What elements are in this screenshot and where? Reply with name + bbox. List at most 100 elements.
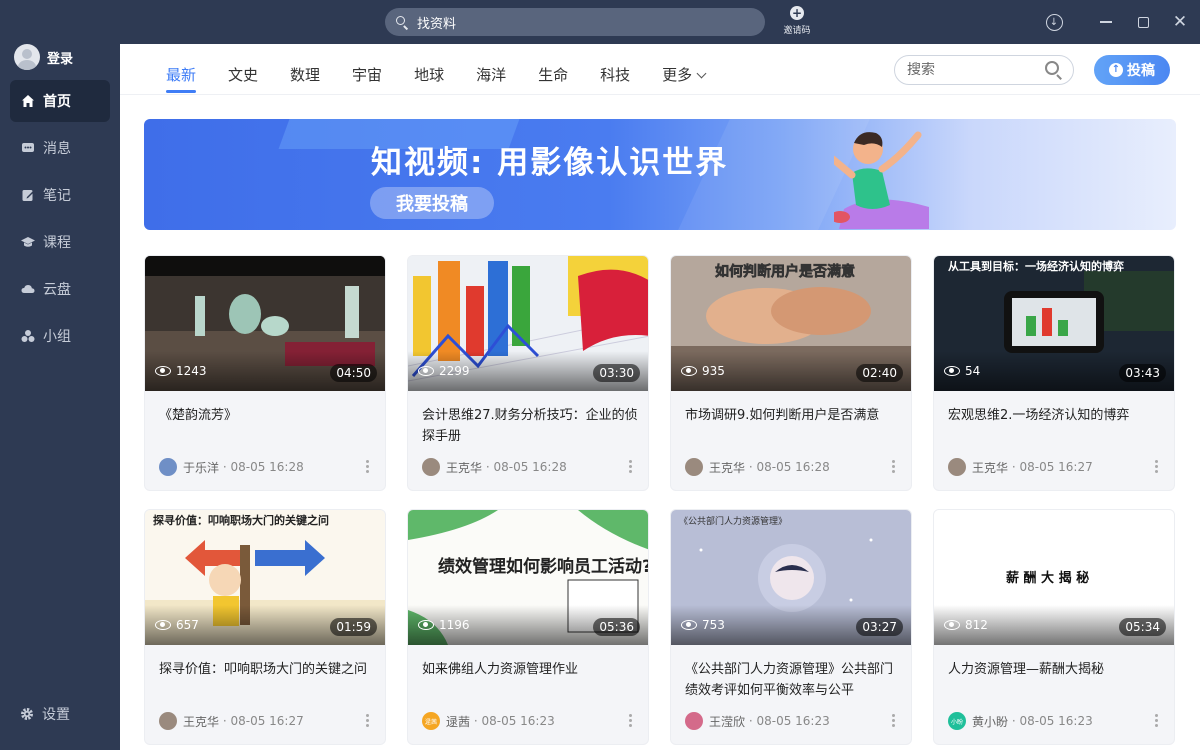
minimize-button[interactable] [1096, 12, 1116, 32]
duration-badge: 05:34 [1119, 618, 1166, 636]
avatar[interactable] [159, 458, 177, 476]
more-options-icon[interactable] [1155, 714, 1158, 727]
avatar[interactable] [159, 712, 177, 730]
maximize-button[interactable] [1133, 12, 1153, 32]
search-input[interactable] [907, 62, 1027, 78]
sidebar-item-courses[interactable]: 课程 [10, 221, 110, 263]
tab-technology[interactable]: 科技 [600, 64, 630, 94]
login-button[interactable]: 登录 [14, 44, 73, 70]
video-thumbnail[interactable]: 从工具到目标：一场经济认知的博弈 54 03:43 [934, 256, 1174, 391]
sidebar-item-home[interactable]: 首页 [10, 80, 110, 122]
video-meta: 王克华 · 08-05 16:28 [685, 458, 830, 476]
video-title[interactable]: 市场调研9.如何判断用户是否满意 [685, 405, 905, 426]
video-meta: 王滢欣 · 08-05 16:23 [685, 712, 830, 730]
video-title[interactable]: 会计思维27.财务分析技巧：企业的侦探手册 [422, 405, 642, 447]
sidebar-item-label: 首页 [43, 94, 71, 110]
eye-icon [681, 620, 697, 630]
sidebar-item-messages[interactable]: 消息 [10, 127, 110, 169]
video-thumbnail[interactable]: 2299 03:30 [408, 256, 648, 391]
banner-illustration [834, 131, 929, 229]
tab-math-physics[interactable]: 数理 [290, 64, 320, 94]
author-name[interactable]: 王克华 [446, 459, 482, 476]
video-title[interactable]: 《楚韵流芳》 [159, 405, 379, 426]
video-title[interactable]: 宏观思维2.一场经济认知的博弈 [948, 405, 1168, 426]
video-card[interactable]: 《公共部门人力资源管理》 753 03:27 《公共部门人力资源管理》公共部门绩… [670, 509, 912, 745]
thumbnail-caption: 从工具到目标：一场经济认知的博弈 [948, 259, 1124, 273]
video-thumbnail[interactable]: 如何判断用户是否满意 935 02:40 [671, 256, 911, 391]
avatar[interactable] [422, 458, 440, 476]
avatar[interactable] [685, 458, 703, 476]
video-thumbnail[interactable]: 薪 酬 大 揭 秘 812 05:34 [934, 510, 1174, 645]
sidebar-item-groups[interactable]: 小组 [10, 315, 110, 357]
more-options-icon[interactable] [892, 460, 895, 473]
video-card[interactable]: 2299 03:30 会计思维27.财务分析技巧：企业的侦探手册 王克华 · 0… [407, 255, 649, 491]
global-search-bar[interactable]: 找资料 [385, 8, 765, 36]
video-meta: 逯茜 逯茜 · 08-05 16:23 [422, 712, 555, 730]
video-card[interactable]: 1243 04:50 《楚韵流芳》 于乐洋 · 08-05 16:28 [144, 255, 386, 491]
close-button[interactable]: ✕ [1170, 12, 1190, 32]
home-icon [21, 94, 35, 108]
more-options-icon[interactable] [366, 714, 369, 727]
tab-ocean[interactable]: 海洋 [476, 64, 506, 94]
video-card[interactable]: 如何判断用户是否满意 935 02:40 市场调研9.如何判断用户是否满意 王克… [670, 255, 912, 491]
more-options-icon[interactable] [1155, 460, 1158, 473]
content-search [894, 55, 1074, 85]
video-card[interactable]: 薪 酬 大 揭 秘 812 05:34 人力资源管理—薪酬大揭秘 小盼 黄小盼 … [933, 509, 1175, 745]
video-card[interactable]: 绩效管理如何影响员工活动? 1196 05:36 如来佛组人力资源管理作业 逯茜… [407, 509, 649, 745]
tab-life[interactable]: 生命 [538, 64, 568, 94]
banner-submit-button[interactable]: 我要投稿 [370, 187, 494, 219]
author-name[interactable]: 王克华 [183, 713, 219, 730]
video-card[interactable]: 探寻价值：叩响职场大门的关键之问 657 01:59 探寻价值：叩响职场大门的关… [144, 509, 386, 745]
plus-circle-icon: + [790, 6, 804, 20]
header-divider [120, 94, 1200, 95]
author-name[interactable]: 于乐洋 [183, 459, 219, 476]
global-search-text: 找资料 [417, 16, 457, 32]
tab-universe[interactable]: 宇宙 [352, 64, 382, 94]
cloud-icon [21, 282, 35, 296]
author-name[interactable]: 王克华 [709, 459, 745, 476]
more-options-icon[interactable] [892, 714, 895, 727]
more-options-icon[interactable] [366, 460, 369, 473]
search-icon [395, 15, 409, 30]
author-name[interactable]: 王克华 [972, 459, 1008, 476]
tab-latest[interactable]: 最新 [166, 64, 197, 94]
duration-badge: 03:27 [856, 618, 903, 636]
avatar[interactable] [685, 712, 703, 730]
publish-time: 08-05 16:23 [1019, 714, 1093, 728]
avatar[interactable] [948, 458, 966, 476]
video-title[interactable]: 探寻价值：叩响职场大门的关键之问 [159, 659, 379, 680]
sidebar-item-cloud[interactable]: 云盘 [10, 268, 110, 310]
submit-label: 投稿 [1127, 63, 1155, 79]
promo-banner[interactable]: 知视频: 用影像认识世界 我要投稿 [144, 119, 1176, 230]
duration-badge: 05:36 [593, 618, 640, 636]
more-options-icon[interactable] [629, 714, 632, 727]
submit-video-button[interactable]: ↑ 投稿 [1094, 55, 1170, 85]
video-thumbnail[interactable]: 探寻价值：叩响职场大门的关键之问 657 01:59 [145, 510, 385, 645]
avatar[interactable]: 逯茜 [422, 712, 440, 730]
sidebar-item-notes[interactable]: 笔记 [10, 174, 110, 216]
invite-code-button[interactable]: + 邀请码 [777, 6, 817, 36]
eye-icon [681, 366, 697, 376]
tab-more[interactable]: 更多 [662, 64, 707, 94]
tab-earth[interactable]: 地球 [414, 64, 444, 94]
more-options-icon[interactable] [629, 460, 632, 473]
download-button[interactable]: ↓ [1044, 12, 1064, 32]
search-icon[interactable] [1045, 61, 1063, 80]
video-card[interactable]: 从工具到目标：一场经济认知的博弈 54 03:43 宏观思维2.一场经济认知的博… [933, 255, 1175, 491]
video-title[interactable]: 《公共部门人力资源管理》公共部门绩效考评如何平衡效率与公平 [685, 659, 905, 701]
thumbnail-caption: 探寻价值：叩响职场大门的关键之问 [153, 513, 329, 527]
video-title[interactable]: 如来佛组人力资源管理作业 [422, 659, 642, 680]
sidebar-nav: 首页 消息 笔记 课程 云盘 小组 [10, 80, 110, 362]
thumbnail-caption: 《公共部门人力资源管理》 [679, 515, 787, 527]
avatar[interactable]: 小盼 [948, 712, 966, 730]
video-title[interactable]: 人力资源管理—薪酬大揭秘 [948, 659, 1168, 680]
video-thumbnail[interactable]: 《公共部门人力资源管理》 753 03:27 [671, 510, 911, 645]
settings-button[interactable]: 设置 [20, 704, 70, 724]
video-thumbnail[interactable]: 1243 04:50 [145, 256, 385, 391]
author-name[interactable]: 逯茜 [446, 713, 470, 730]
close-icon: ✕ [1172, 11, 1188, 32]
tab-history[interactable]: 文史 [228, 64, 258, 94]
video-thumbnail[interactable]: 绩效管理如何影响员工活动? 1196 05:36 [408, 510, 648, 645]
author-name[interactable]: 黄小盼 [972, 713, 1008, 730]
author-name[interactable]: 王滢欣 [709, 713, 745, 730]
